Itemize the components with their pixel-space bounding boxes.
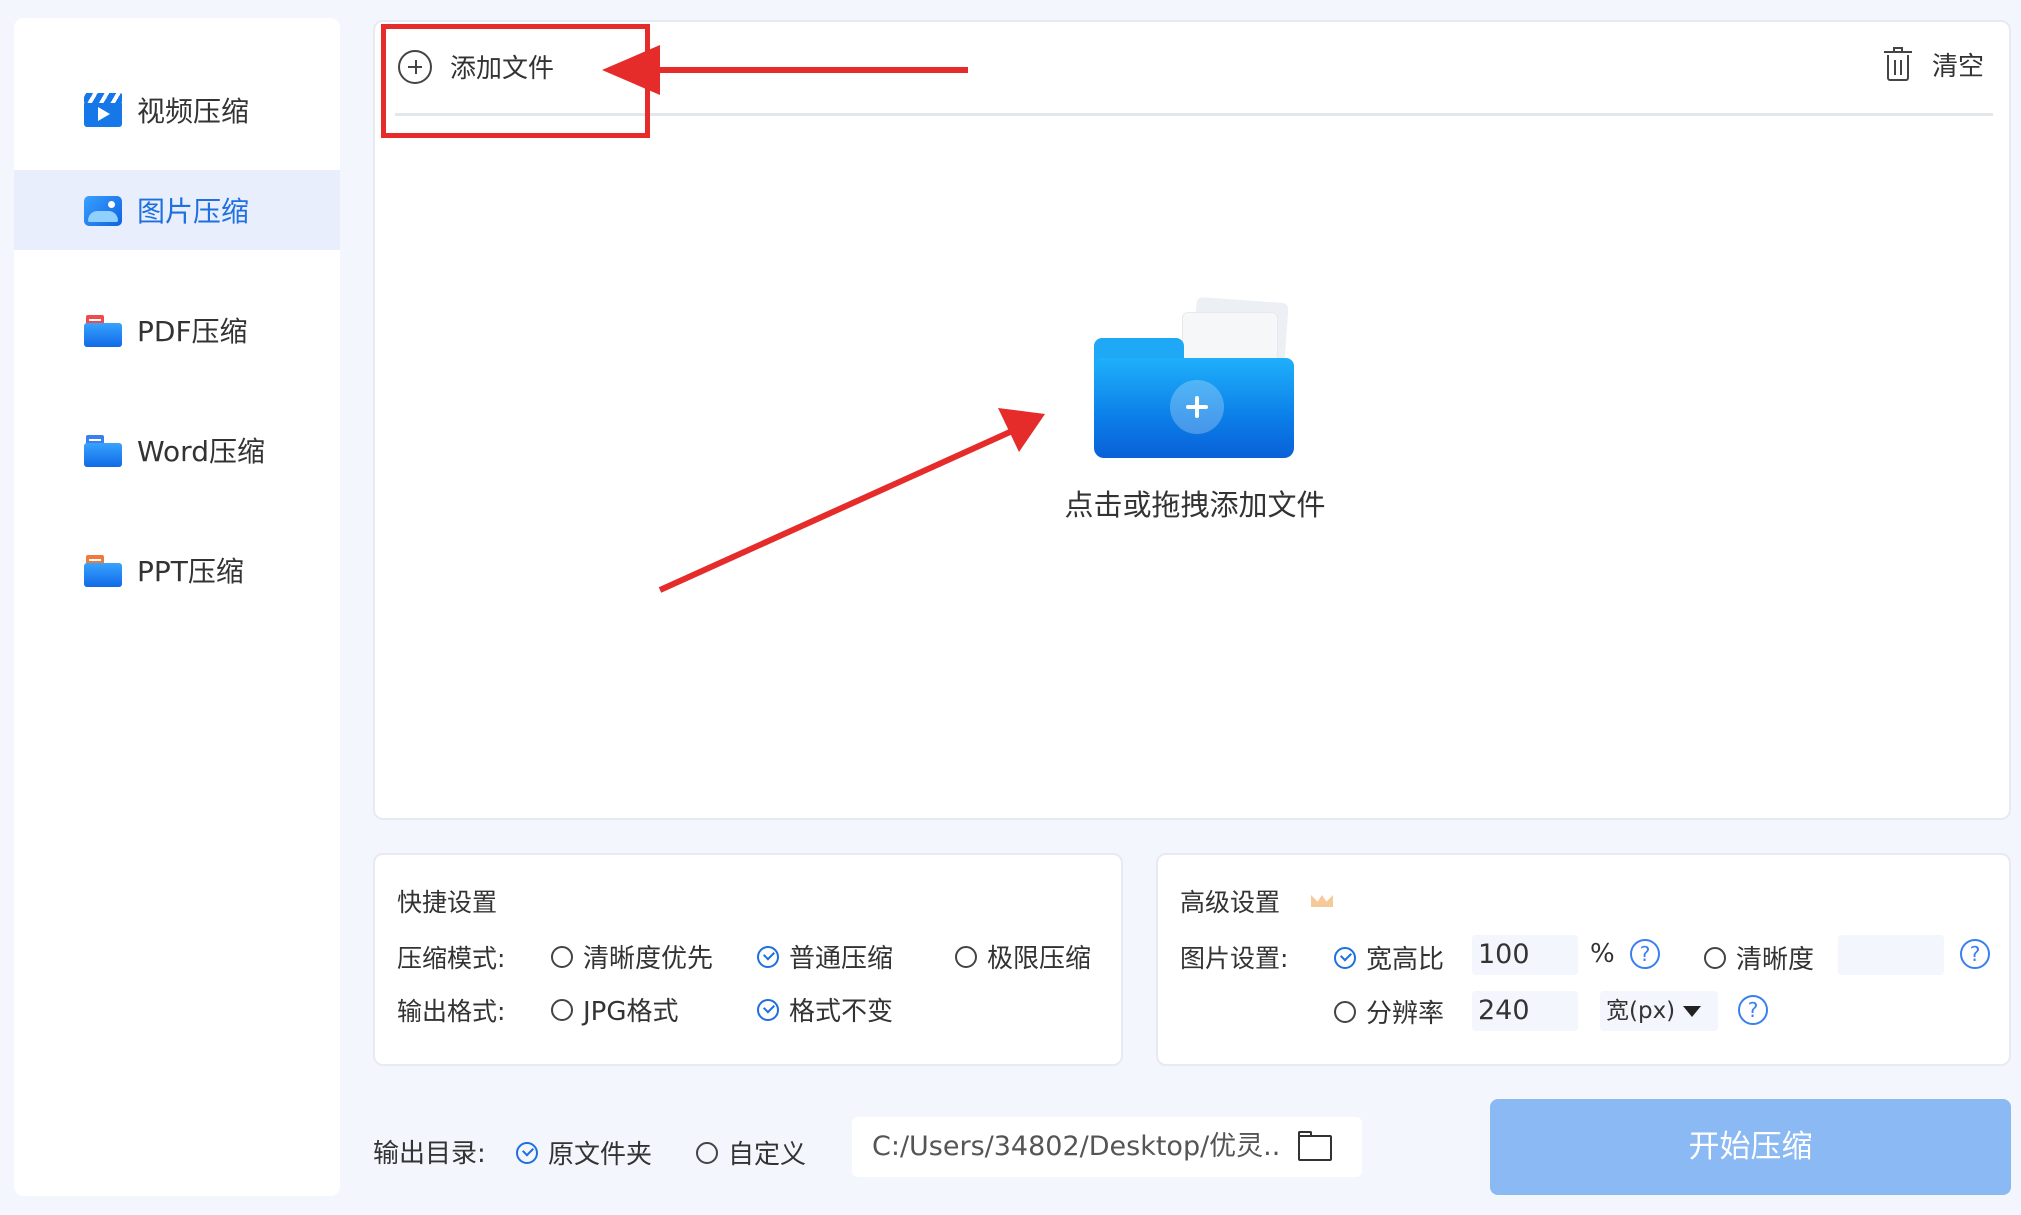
browse-folder-icon[interactable] <box>1298 1131 1334 1161</box>
option-label: 宽高比 <box>1366 945 1445 975</box>
radio-unchecked-icon <box>696 1141 718 1164</box>
start-compress-button[interactable]: 开始压缩 <box>1490 1099 2011 1195</box>
compress-mode-label: 压缩模式: <box>397 944 506 973</box>
quick-settings-title: 快捷设置 <box>397 888 498 917</box>
image-icon <box>84 193 122 227</box>
output-path-field[interactable]: C:/Users/34802/Desktop/优灵.. <box>852 1117 1362 1177</box>
quick-settings-panel: 快捷设置 压缩模式: 清晰度优先 普通压缩 极限压缩 输出格式: JPG格式 格… <box>373 853 1123 1066</box>
drop-zone-label: 点击或拖拽添加文件 <box>1064 488 1326 522</box>
output-format-label: 输出格式: <box>397 997 506 1026</box>
format-unchanged-radio[interactable]: 格式不变 <box>757 991 893 1028</box>
resolution-unit-select[interactable]: 宽(px) <box>1600 991 1718 1031</box>
mode-normal-radio[interactable]: 普通压缩 <box>757 938 893 975</box>
resolution-help-icon[interactable]: ? <box>1738 995 1768 1025</box>
option-label: 原文件夹 <box>548 1140 653 1170</box>
radio-unchecked-icon <box>955 945 977 968</box>
option-label: 格式不变 <box>789 997 894 1027</box>
radio-checked-icon <box>1334 946 1356 969</box>
sidebar-item-label: 视频压缩 <box>137 95 250 128</box>
word-folder-icon <box>84 433 122 467</box>
advanced-settings-panel: 高级设置 图片设置: 宽高比 100 % ? 清晰度 ? 分辨率 240 宽(p… <box>1156 853 2011 1066</box>
option-label: 分辨率 <box>1366 999 1445 1029</box>
clear-label: 清空 <box>1932 52 1985 82</box>
mode-clarity-first-radio[interactable]: 清晰度优先 <box>551 938 713 975</box>
sidebar-item-word-compress[interactable]: Word压缩 <box>14 410 340 490</box>
output-original-folder-radio[interactable]: 原文件夹 <box>516 1134 652 1171</box>
ratio-input[interactable]: 100 <box>1472 935 1578 975</box>
radio-checked-icon <box>516 1141 538 1164</box>
drop-zone[interactable]: 点击或拖拽添加文件 <box>1040 296 1380 538</box>
clarity-radio[interactable]: 清晰度 <box>1704 939 1814 976</box>
folder-add-icon <box>1094 296 1304 460</box>
caret-down-icon <box>1683 1006 1702 1017</box>
radio-unchecked-icon <box>1704 946 1726 969</box>
clear-button[interactable]: 清空 <box>1884 46 1984 83</box>
image-settings-label: 图片设置: <box>1180 944 1289 973</box>
advanced-settings-title: 高级设置 <box>1180 888 1281 917</box>
option-label: 清晰度优先 <box>583 944 714 974</box>
format-jpg-radio[interactable]: JPG格式 <box>551 991 679 1028</box>
sidebar-item-image-compress[interactable]: 图片压缩 <box>14 170 340 250</box>
sidebar-item-label: 图片压缩 <box>137 195 250 228</box>
ratio-unit: % <box>1590 939 1615 969</box>
sidebar-item-label: PPT压缩 <box>137 555 244 588</box>
resolution-radio[interactable]: 分辨率 <box>1334 993 1444 1030</box>
option-label: JPG格式 <box>583 997 679 1027</box>
aspect-ratio-radio[interactable]: 宽高比 <box>1334 939 1444 976</box>
sidebar-item-label: Word压缩 <box>137 435 265 468</box>
radio-checked-icon <box>757 945 779 968</box>
radio-unchecked-icon <box>551 945 573 968</box>
sidebar-item-label: PDF压缩 <box>137 315 248 348</box>
annotation-highlight-box <box>381 24 650 138</box>
sidebar: 视频压缩 图片压缩 PDF压缩 Word压缩 PPT压缩 <box>14 18 340 1196</box>
ratio-help-icon[interactable]: ? <box>1630 939 1660 969</box>
trash-icon <box>1884 46 1912 83</box>
crown-vip-icon <box>1311 889 1333 907</box>
pdf-folder-icon <box>84 313 122 347</box>
sidebar-item-pdf-compress[interactable]: PDF压缩 <box>14 290 340 370</box>
option-label: 自定义 <box>728 1140 807 1170</box>
output-dir-label: 输出目录: <box>373 1139 486 1169</box>
clarity-input[interactable] <box>1838 935 1944 975</box>
resolution-input[interactable]: 240 <box>1472 991 1578 1031</box>
radio-unchecked-icon <box>551 998 573 1021</box>
radio-checked-icon <box>757 998 779 1021</box>
option-label: 普通压缩 <box>789 944 894 974</box>
output-custom-radio[interactable]: 自定义 <box>696 1134 806 1171</box>
ppt-folder-icon <box>84 553 122 587</box>
clarity-help-icon[interactable]: ? <box>1960 939 1990 969</box>
radio-unchecked-icon <box>1334 1000 1356 1023</box>
option-label: 极限压缩 <box>987 944 1092 974</box>
sidebar-item-video-compress[interactable]: 视频压缩 <box>14 70 340 150</box>
mode-extreme-radio[interactable]: 极限压缩 <box>955 938 1091 975</box>
video-clapper-icon <box>84 93 122 127</box>
select-value: 宽(px) <box>1606 998 1676 1024</box>
sidebar-item-ppt-compress[interactable]: PPT压缩 <box>14 530 340 610</box>
option-label: 清晰度 <box>1736 945 1815 975</box>
